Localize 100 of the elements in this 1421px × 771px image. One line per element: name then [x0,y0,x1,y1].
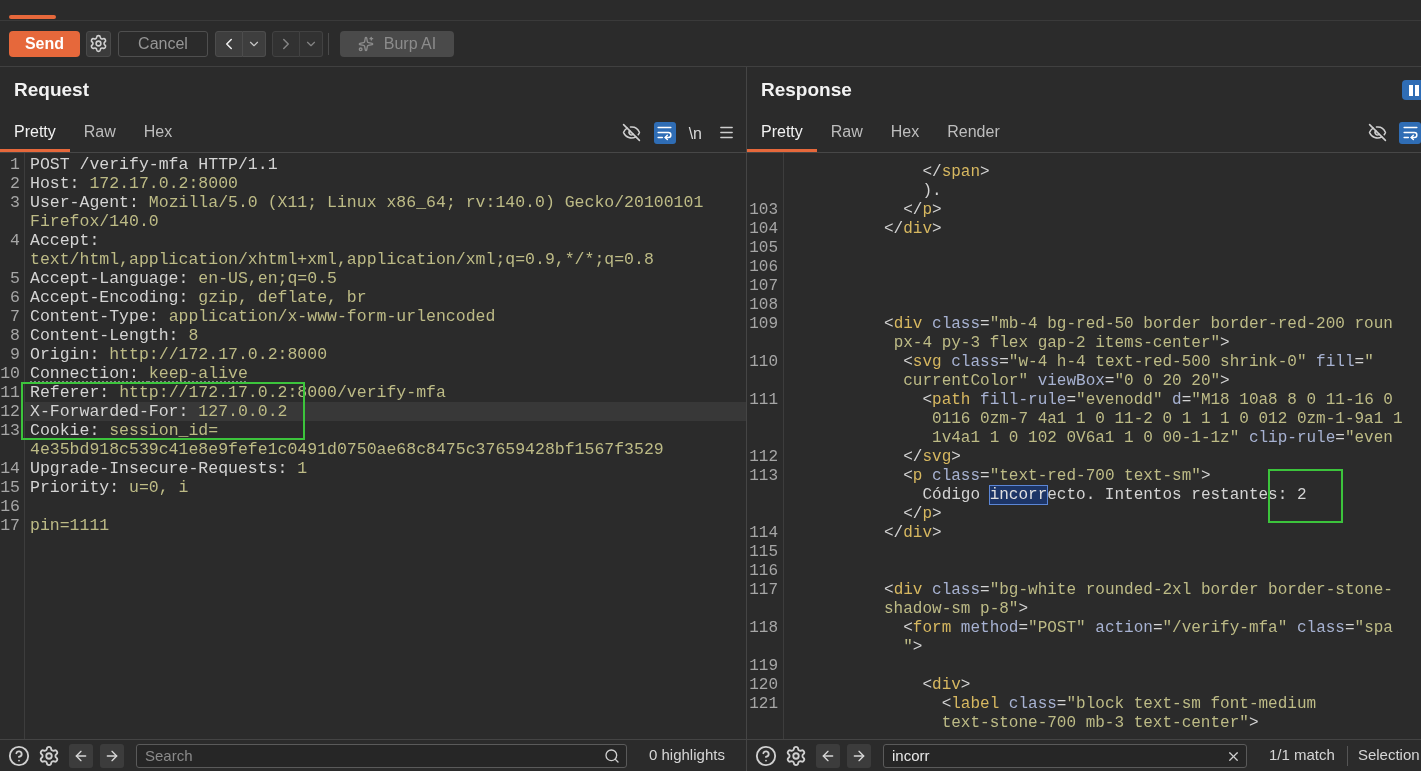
view-tab[interactable]: Raw [69,115,130,152]
settings-icon [89,34,108,53]
code-line: Content-Type: application/x-www-form-urlencoded [30,307,496,326]
view-tab[interactable]: Pretty [0,115,70,152]
line-number: 5 [10,269,20,288]
view-tab[interactable]: Hex [876,115,934,152]
code-line: <path fill-rule="evenodd" d="M18 10a8 8 0 11-16 0 [922,391,1393,409]
line-number: 121 [749,695,778,713]
view-tab[interactable]: Hex [129,115,187,152]
layout-button[interactable] [1402,80,1421,100]
code-line: Accept-Language: en-US,en;q=0.5 [30,269,337,288]
line-number: 13 [0,421,20,440]
code-line: Firefox/140.0 [30,212,159,231]
line-number: 1 [10,155,20,174]
line-number: 6 [10,288,20,307]
line-number: 117 [749,581,778,599]
history-dropdown[interactable] [300,30,323,57]
tab-indicator [9,15,56,19]
crossed-eye-icon [1367,123,1387,142]
help-icon[interactable] [755,744,777,767]
line-number: 120 [749,676,778,694]
code-line: <div class="bg-white rounded-2xl border border-stone- [884,581,1393,599]
line-number: 109 [749,315,778,333]
view-tab[interactable]: Pretty [747,115,817,152]
code-line: <div> [922,676,971,694]
forward-button[interactable] [847,743,871,768]
line-number: 16 [0,497,20,516]
wrap-toggle[interactable] [653,121,676,144]
code-line: ). [922,182,942,200]
code-line: Upgrade-Insecure-Requests: 1 [30,459,308,478]
line-number: 7 [10,307,20,326]
newline-toggle[interactable]: \n [686,121,704,144]
match-count: 1/1 match [1269,745,1335,766]
line-number: 104 [749,220,778,238]
line-number: 108 [749,296,778,314]
menu-icon [717,124,735,141]
code-line: Código incorrecto. Intentos restantes: 2 [922,486,1307,504]
code-line: currentColor" viewBox="0 0 20 20"> [903,372,1230,390]
code-line: 1v4a1 1 0 102 0V6a1 1 0 00-1-1z" clip-rule="even [932,429,1393,447]
bars-icon [1409,84,1419,96]
code-line: "> [903,638,923,656]
code-line: pin=1111 [30,516,110,535]
code-line: Accept-Encoding: gzip, deflate, br [30,288,367,307]
settings-icon[interactable] [38,744,60,767]
code-line: </svg> [903,448,961,466]
code-line: Cookie: session_id= [30,421,219,440]
line-number: 17 [0,516,20,535]
line-number: 10 [0,364,20,383]
search-field[interactable]: incorr [883,743,1247,768]
line-number: 112 [749,448,778,466]
code-line: <p class="text-red-700 text-sm"> [903,467,1211,485]
code-line: Connection: keep-alive [30,364,248,383]
line-number: 3 [10,193,20,212]
code-line: Host: 172.17.0.2:8000 [30,174,238,193]
line-number: 115 [749,543,778,561]
line-number: 14 [0,459,20,478]
help-icon[interactable] [8,744,30,767]
match-count: 0 highlights [649,745,725,766]
history-dropdown[interactable] [243,30,266,57]
code-line: px-4 py-3 flex gap-2 items-center"> [893,334,1230,352]
code-line: Origin: http://172.17.0.2:8000 [30,345,328,364]
line-number: 103 [749,201,778,219]
back-button[interactable] [69,743,93,768]
code-line: User-Agent: Mozilla/5.0 (X11; Linux x86_64; rv:140.0) Gecko/20100101 [30,193,704,212]
line-number: 107 [749,277,778,295]
code-line: </span> [922,163,990,181]
code-line: POST /verify-mfa HTTP/1.1 [30,155,278,174]
code-line: </p> [903,201,942,219]
code-line: text-stone-700 mb-3 text-center"> [941,714,1259,732]
wrap-toggle[interactable] [1399,121,1421,144]
code-line: 0116 0zm-7 4a1 1 0 11-2 0 1 1 1 0 012 0zm-1-9a1 1 [932,410,1403,428]
crossed-eye-icon [622,123,642,142]
line-number: 116 [749,562,778,580]
code-line: 4e35bd918c539c41e8e9fefe1c0491d0750ae68c8475c37659428bf1567f3529 [30,440,664,459]
text-wrap-icon [1401,124,1419,141]
code-line: X-Forwarded-For: 127.0.0.2 [30,402,288,421]
code-line: Content-Length: 8 [30,326,199,345]
line-number: 110 [749,353,778,371]
line-number: 15 [0,478,20,497]
code-line: text/html,application/xhtml+xml,application/xml;q=0.9,*/*;q=0.8 [30,250,654,269]
back-button[interactable] [816,743,840,768]
search-icon[interactable] [604,747,620,764]
settings-icon[interactable] [785,744,807,767]
code-line: </div> [884,220,942,238]
code-line: shadow-sm p-8"> [884,600,1029,618]
search-field[interactable]: Search [136,743,627,768]
settings-button[interactable] [86,30,111,57]
line-number: 9 [10,345,20,364]
view-tab[interactable]: Raw [816,115,877,152]
line-number: 111 [749,391,778,409]
hide-toggle[interactable] [620,121,643,144]
code-line: <form method="POST" action="/verify-mfa" class="spa [903,619,1393,637]
back-button[interactable] [215,30,243,57]
hide-toggle[interactable] [1366,121,1388,144]
forward-button[interactable] [100,743,124,768]
view-tab[interactable]: Render [933,115,1014,152]
line-number: 106 [749,258,778,276]
text-wrap-icon [656,124,674,141]
line-number: 118 [749,619,778,637]
line-number: 105 [749,239,778,257]
